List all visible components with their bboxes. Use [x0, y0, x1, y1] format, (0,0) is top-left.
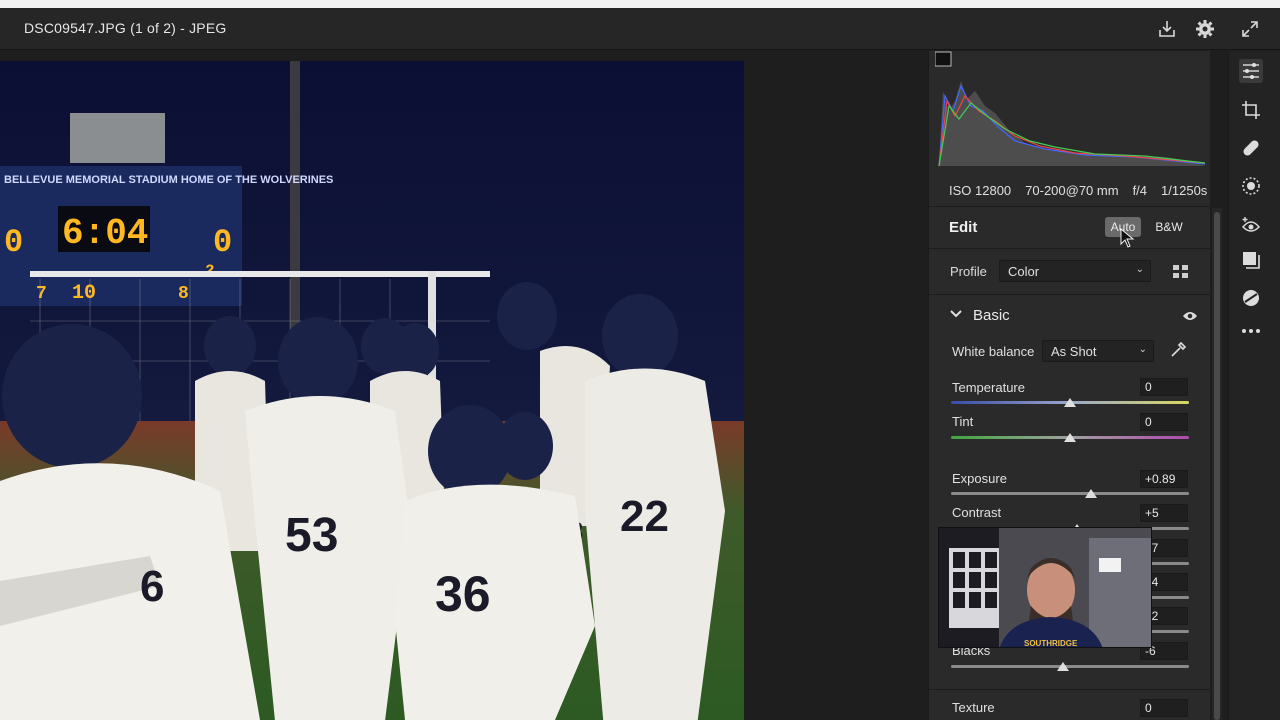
edit-sliders-icon[interactable] — [1239, 59, 1263, 83]
jersey-number-6: 6 — [140, 562, 164, 611]
file-title: DSC09547.JPG (1 of 2) - JPEG — [24, 20, 227, 36]
webcam-overlay: SOUTHRIDGE — [938, 527, 1152, 648]
save-icon[interactable] — [1155, 17, 1179, 41]
white-balance-label: White balance — [952, 344, 1035, 359]
temperature-label: Temperature — [952, 380, 1025, 395]
contrast-label: Contrast — [952, 505, 1002, 520]
crop-icon[interactable] — [1239, 98, 1263, 122]
versions-icon[interactable] — [1239, 286, 1263, 310]
exposure-value[interactable]: +0.89 — [1140, 470, 1188, 488]
profile-label: Profile — [950, 264, 987, 279]
exposure-label: Exposure — [952, 471, 1007, 486]
eye-icon[interactable] — [1182, 309, 1198, 327]
profile-browser-icon[interactable] — [1172, 263, 1190, 286]
tint-slider-thumb[interactable] — [1064, 433, 1076, 442]
jersey-number-22: 22 — [620, 492, 669, 541]
blacks-slider-thumb[interactable] — [1056, 662, 1069, 671]
divider — [929, 206, 1211, 207]
mouse-cursor-icon — [1120, 227, 1135, 253]
more-options-icon[interactable] — [1239, 319, 1263, 343]
chevron-down-icon[interactable] — [949, 307, 963, 326]
jersey-number-36: 36 — [435, 566, 491, 622]
canvas-area: BELLEVUE MEMORIAL STADIUM HOME OF THE WO… — [0, 51, 928, 720]
shutter-value: 1/1250s — [1161, 183, 1208, 198]
scoreboard-left-number: 7 — [36, 284, 47, 304]
panel-scrollbar-thumb[interactable] — [1214, 212, 1220, 720]
temperature-slider-thumb[interactable] — [1064, 398, 1076, 407]
photo-preview[interactable]: BELLEVUE MEMORIAL STADIUM HOME OF THE WO… — [0, 61, 744, 720]
contrast-value[interactable]: +5 — [1140, 504, 1188, 522]
scoreboard-clock: 6:04 — [62, 213, 148, 254]
photo-editor-app: DSC09547.JPG (1 of 2) - JPEG BELLEVUE ME… — [0, 0, 1280, 720]
title-bar: DSC09547.JPG (1 of 2) - JPEG — [0, 8, 1280, 50]
chevron-down-icon: ⌄ — [1138, 344, 1147, 355]
scoreboard-to-go: 8 — [178, 284, 189, 304]
scoreboard-guest-score: 0 — [213, 224, 232, 261]
exposure-slider-thumb[interactable] — [1085, 489, 1098, 498]
basic-section-title: Basic — [973, 307, 1010, 324]
masking-icon[interactable] — [1239, 174, 1263, 198]
expand-icon[interactable] — [1238, 17, 1262, 41]
divider — [929, 689, 1211, 690]
tool-strip — [1228, 51, 1280, 720]
exposure-slider[interactable] — [951, 492, 1189, 495]
blacks-slider[interactable] — [951, 665, 1189, 668]
lens-value: 70-200@70 mm — [1025, 183, 1119, 198]
shadow-clipping-indicator[interactable] — [934, 51, 952, 67]
healing-icon[interactable] — [1239, 136, 1263, 160]
scoreboard-home-score: 0 — [4, 224, 23, 261]
window-top-edge — [0, 0, 1280, 8]
profile-value: Color — [1008, 264, 1040, 279]
iso-value: ISO 12800 — [949, 183, 1012, 198]
presets-icon[interactable] — [1239, 248, 1263, 272]
tint-label: Tint — [952, 414, 974, 429]
scoreboard-ball-on: 10 — [72, 282, 96, 305]
aperture-value: f/4 — [1132, 183, 1148, 198]
webcam-shirt-text: SOUTHRIDGE — [1024, 639, 1078, 648]
red-eye-icon[interactable] — [1239, 213, 1263, 237]
profile-dropdown[interactable]: Color ⌄ — [999, 260, 1151, 282]
gear-icon[interactable] — [1193, 17, 1217, 41]
divider — [929, 248, 1211, 249]
basic-section-header[interactable]: Basic — [929, 303, 1211, 331]
jersey-number-53: 53 — [285, 509, 338, 562]
edit-heading: Edit — [949, 219, 978, 236]
divider — [929, 294, 1211, 295]
histogram — [934, 51, 1231, 171]
camera-metadata: ISO 12800 70-200@70 mm f/4 1/1250s — [949, 183, 1209, 198]
eyedropper-icon[interactable] — [1169, 341, 1187, 364]
chevron-down-icon: ⌄ — [1135, 264, 1144, 275]
temperature-value[interactable]: 0 — [1140, 378, 1188, 396]
texture-label: Texture — [952, 700, 995, 715]
black-and-white-button[interactable]: B&W — [1149, 217, 1189, 237]
texture-value[interactable]: 0 — [1140, 699, 1188, 717]
scoreboard-header: BELLEVUE MEMORIAL STADIUM HOME OF THE WO… — [4, 174, 333, 186]
tint-value[interactable]: 0 — [1140, 413, 1188, 431]
white-balance-value: As Shot — [1051, 344, 1097, 359]
white-balance-dropdown[interactable]: As Shot ⌄ — [1042, 340, 1154, 362]
